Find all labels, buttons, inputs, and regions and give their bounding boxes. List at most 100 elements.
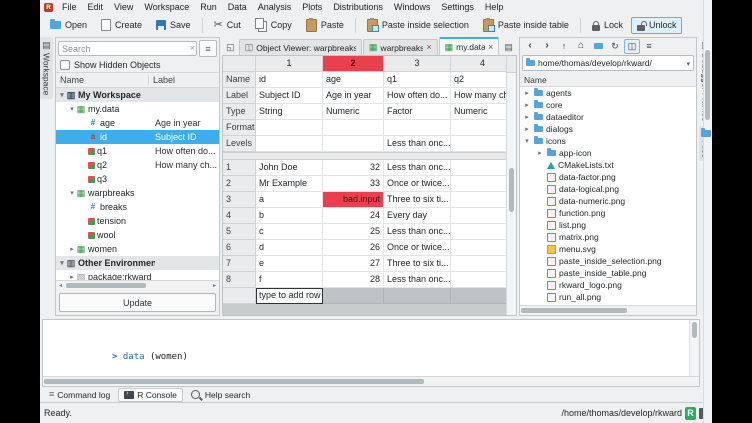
table-row[interactable]: 8 f 28 Less than onc... 8 3 [223,272,516,288]
hscroll-thumb[interactable] [66,283,146,288]
grid-cell[interactable]: d [256,240,323,256]
grid-cell[interactable]: String [256,104,323,120]
grid-corner-button[interactable] [506,56,516,73]
grid-splitter[interactable] [223,152,516,160]
console-scrollbar-thumb[interactable] [692,322,697,338]
row-header[interactable]: 4 [223,208,256,224]
grid-cell[interactable]: John Doe [256,160,323,176]
column-header-label[interactable]: Label [149,75,219,85]
grid-cell[interactable]: 27 [323,256,384,272]
console-scrollbar[interactable] [689,320,699,377]
update-button[interactable]: Update [59,293,216,312]
grid-cell[interactable] [323,120,384,136]
workspace-tree-row[interactable]: My Workspace [56,88,219,102]
split-view-icon[interactable] [624,39,640,54]
workspace-tree-row[interactable]: women [56,242,219,256]
file-tree-row[interactable]: matrix.png [520,231,696,243]
menu-item[interactable]: Plots [297,2,327,12]
r-console-panel[interactable]: > data (women) > data (warpbreaks) > pri… [42,319,700,387]
up-icon[interactable] [556,39,572,54]
file-tree-row[interactable]: list.png [520,219,696,231]
menu-item[interactable]: Settings [436,2,479,12]
file-tree-row[interactable]: CMakeLists.txt [520,159,696,171]
grid-cell[interactable]: id [256,72,323,88]
workspace-tree-row[interactable]: tension [56,214,219,228]
file-tree-row[interactable]: data-factor.png [520,171,696,183]
row-header[interactable]: 3 [223,192,256,208]
menu-item[interactable]: Edit [83,2,109,12]
grid-cell[interactable] [384,120,451,136]
table-row[interactable]: 6 d 26 Once or twice... 6 5 [223,240,516,256]
toolbar-button[interactable]: Paste inside table [477,16,575,35]
file-tree-row[interactable]: menu.svg [520,243,696,255]
window-list-icon[interactable] [501,40,516,55]
workspace-tree-row[interactable]: my.data [56,102,219,116]
expander-icon[interactable] [523,126,531,133]
expander-icon[interactable] [523,138,531,145]
column-header[interactable]: 2 [323,56,384,72]
grid-cell[interactable]: 25 [323,224,384,240]
grid-scrollbar[interactable] [506,72,516,315]
file-tree-row[interactable]: dialogs [520,123,696,135]
workspace-hscrollbar[interactable]: ◂ ▸ [56,280,219,290]
close-tab-icon[interactable] [426,43,431,52]
file-tree-row[interactable]: run_all.png [520,291,696,303]
menu-item[interactable]: Distributions [328,2,388,12]
search-input[interactable] [58,41,197,56]
toolbar-button[interactable]: Paste inside selection [361,16,475,35]
table-row[interactable]: 7 e 27 Three to six ti... 7 4 [223,256,516,272]
refresh-icon[interactable] [607,39,623,54]
grid-cell[interactable]: Every day [384,208,451,224]
files-scrollbar-thumb[interactable] [705,50,710,120]
expander-icon[interactable] [58,260,66,267]
expander-icon[interactable] [536,150,544,157]
workspace-tree-row[interactable]: q1 How often do... [56,144,219,158]
hscroll-thumb[interactable] [521,308,627,313]
toolbar-button[interactable]: Lock [586,17,629,34]
grid-cell[interactable]: Once or twice... [384,240,451,256]
console-hscrollbar[interactable] [43,376,699,386]
menu-item[interactable]: Analysis [253,2,297,12]
menu-item[interactable]: Windows [389,2,436,12]
grid-cell[interactable]: Mr Example [256,176,323,192]
detach-tab-icon[interactable] [223,40,238,55]
row-header[interactable]: 6 [223,240,256,256]
grid-cell[interactable]: How often do... [384,88,451,104]
row-header[interactable]: 2 [223,176,256,192]
grid-cell[interactable]: Three to six ti... [384,256,451,272]
workspace-tree-row[interactable]: q2 How many ch... [56,158,219,172]
menu-item[interactable]: File [57,2,82,12]
files-hscrollbar[interactable] [520,305,696,315]
workspace-tree-row[interactable]: wool [56,228,219,242]
grid-cell[interactable]: 28 [323,272,384,288]
scroll-right-icon[interactable]: ▸ [210,282,219,289]
toolbar-button[interactable]: Create [95,16,148,34]
workspace-tree-row[interactable]: breaks [56,200,219,214]
grid-cell[interactable]: 24 [323,208,384,224]
files-scrollbar[interactable] [703,48,712,413]
menu-item[interactable]: View [109,2,138,12]
toolbar-button[interactable]: Open [44,17,93,33]
grid-cell[interactable]: Once or twice... [384,176,451,192]
grid-cell[interactable]: Age in year [323,88,384,104]
expander-icon[interactable] [68,106,76,113]
grid-cell[interactable]: age [323,72,384,88]
row-header[interactable]: 1 [223,160,256,176]
files-name-header[interactable]: Name [520,73,696,87]
toolbar-button[interactable]: Paste [300,16,350,35]
menu-item[interactable]: Help [480,2,509,12]
editor-tab[interactable]: my.data [439,37,500,55]
add-row[interactable]: type to add row [223,288,516,304]
grid-cell[interactable] [256,136,323,152]
close-tab-icon[interactable] [488,43,493,52]
grid-cell[interactable]: 33 [323,176,384,192]
workspace-tree-row[interactable]: Other Environments [56,256,219,270]
editor-tab[interactable]: warpbreaks [363,39,438,55]
grid-cell[interactable]: 32 [323,160,384,176]
toolbar-button[interactable]: Unlock [631,17,683,34]
editor-tab[interactable]: Object Viewer: warpbreaks [239,39,362,55]
dropdown-arrow-icon[interactable] [686,58,690,68]
file-tree-row[interactable]: paste_inside_table.png [520,267,696,279]
workspace-tree-row[interactable]: age Age in year [56,116,219,130]
grid-cell[interactable]: a [256,192,323,208]
